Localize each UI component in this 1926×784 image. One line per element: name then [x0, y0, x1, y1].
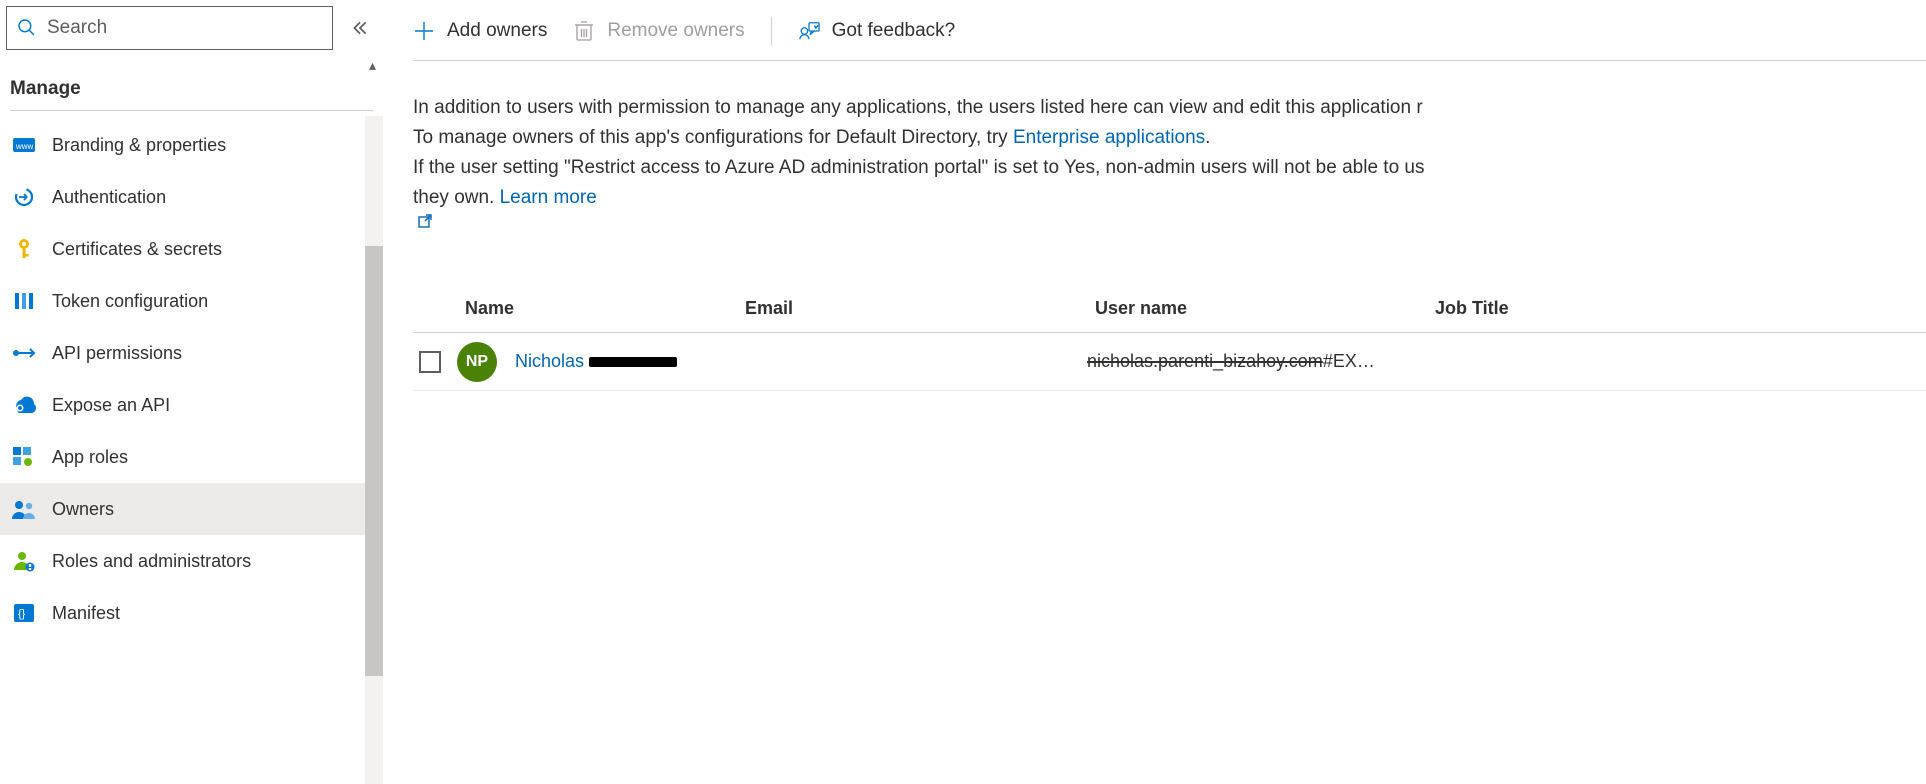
link-label: Learn more	[500, 187, 597, 208]
sidebar-item-label: Manifest	[52, 603, 120, 624]
sidebar-item-label: Token configuration	[52, 291, 208, 312]
sidebar-item-label: Certificates & secrets	[52, 239, 222, 260]
avatar: NP	[457, 342, 497, 382]
username-suffix: #EX…	[1323, 351, 1375, 371]
sidebar-nav: ▴ Manage www Branding & properties Authe…	[0, 56, 383, 784]
owner-name-text: Nicholas	[515, 351, 584, 371]
add-owners-button[interactable]: Add owners	[413, 20, 547, 42]
remove-owners-button: Remove owners	[573, 20, 744, 42]
desc-line: they own.	[413, 187, 500, 208]
svg-text:{}: {}	[18, 608, 26, 620]
sidebar-item-branding[interactable]: www Branding & properties	[0, 119, 383, 171]
search-input[interactable]	[47, 17, 322, 39]
api-perm-icon	[12, 341, 36, 365]
sidebar-item-app-roles[interactable]: App roles	[0, 431, 383, 483]
sidebar-item-label: API permissions	[52, 343, 182, 364]
owner-username: nicholas.parenti_bizahoy.com#EX…	[1087, 351, 1427, 372]
sidebar-item-certificates[interactable]: Certificates & secrets	[0, 223, 383, 275]
plus-icon	[413, 20, 435, 42]
enterprise-apps-link[interactable]: Enterprise applications	[1013, 127, 1205, 148]
desc-line: In addition to users with permission to …	[413, 97, 1423, 118]
key-icon	[12, 237, 36, 261]
sidebar-scrollbar[interactable]	[365, 116, 383, 784]
search-box[interactable]	[6, 6, 333, 50]
description-text: In addition to users with permission to …	[413, 61, 1926, 237]
sidebar-item-owners[interactable]: Owners	[0, 483, 383, 535]
desc-line: .	[1205, 127, 1210, 148]
main-pane: Add owners Remove owners Got feedback? I…	[383, 0, 1926, 784]
desc-line: If the user setting "Restrict access to …	[413, 157, 1425, 178]
sidebar-item-token-config[interactable]: Token configuration	[0, 275, 383, 327]
auth-icon	[12, 185, 36, 209]
learn-more-link[interactable]: Learn more	[413, 187, 1926, 229]
sidebar-item-roles-admins[interactable]: Roles and administrators	[0, 535, 383, 587]
col-header-name[interactable]: Name	[465, 298, 745, 319]
sidebar: ▴ Manage www Branding & properties Authe…	[0, 0, 383, 784]
col-header-job[interactable]: Job Title	[1435, 298, 1555, 319]
sidebar-item-authentication[interactable]: Authentication	[0, 171, 383, 223]
sidebar-item-label: Authentication	[52, 187, 166, 208]
app-roles-icon	[12, 445, 36, 469]
redacted-text	[589, 357, 677, 367]
expose-api-icon	[12, 393, 36, 417]
sidebar-item-label: Roles and administrators	[52, 551, 251, 572]
feedback-icon	[798, 20, 820, 42]
owners-icon	[12, 497, 36, 521]
sidebar-item-label: App roles	[52, 447, 128, 468]
redacted-username: nicholas.parenti_bizahoy.com	[1087, 351, 1323, 371]
scrollbar-thumb[interactable]	[365, 246, 383, 676]
desc-line: To manage owners of this app's configura…	[413, 127, 1013, 148]
scroll-up-icon[interactable]: ▴	[369, 58, 376, 72]
sidebar-section-title: Manage	[0, 56, 383, 110]
sidebar-item-expose-api[interactable]: Expose an API	[0, 379, 383, 431]
table-header-row: Name Email User name Job Title	[413, 285, 1926, 333]
external-link-icon	[417, 213, 433, 229]
toolbar-label: Add owners	[447, 20, 547, 42]
col-header-user[interactable]: User name	[1095, 298, 1435, 319]
command-bar: Add owners Remove owners Got feedback?	[413, 0, 1926, 60]
search-row	[0, 0, 383, 56]
feedback-button[interactable]: Got feedback?	[798, 20, 956, 42]
toolbar-separator	[771, 17, 772, 45]
sidebar-item-label: Owners	[52, 499, 114, 520]
search-icon	[17, 18, 37, 38]
branding-icon: www	[12, 133, 36, 157]
svg-text:www: www	[15, 142, 34, 151]
col-header-email[interactable]: Email	[745, 298, 1095, 319]
collapse-sidebar-button[interactable]	[351, 19, 373, 37]
owners-table: Name Email User name Job Title NP Nichol…	[413, 285, 1926, 391]
sidebar-item-manifest[interactable]: {} Manifest	[0, 587, 383, 639]
manifest-icon: {}	[12, 601, 36, 625]
sidebar-item-label: Expose an API	[52, 395, 170, 416]
toolbar-label: Got feedback?	[832, 20, 956, 42]
row-checkbox[interactable]	[419, 351, 441, 373]
toolbar-label: Remove owners	[607, 20, 744, 42]
token-icon	[12, 289, 36, 313]
owner-name-link[interactable]: Nicholas	[515, 351, 677, 372]
trash-icon	[573, 20, 595, 42]
roles-admin-icon	[12, 549, 36, 573]
sidebar-item-api-permissions[interactable]: API permissions	[0, 327, 383, 379]
sidebar-item-label: Branding & properties	[52, 135, 226, 156]
table-row[interactable]: NP Nicholas nicholas.parenti_bizahoy.com…	[413, 333, 1926, 391]
divider	[10, 110, 373, 111]
